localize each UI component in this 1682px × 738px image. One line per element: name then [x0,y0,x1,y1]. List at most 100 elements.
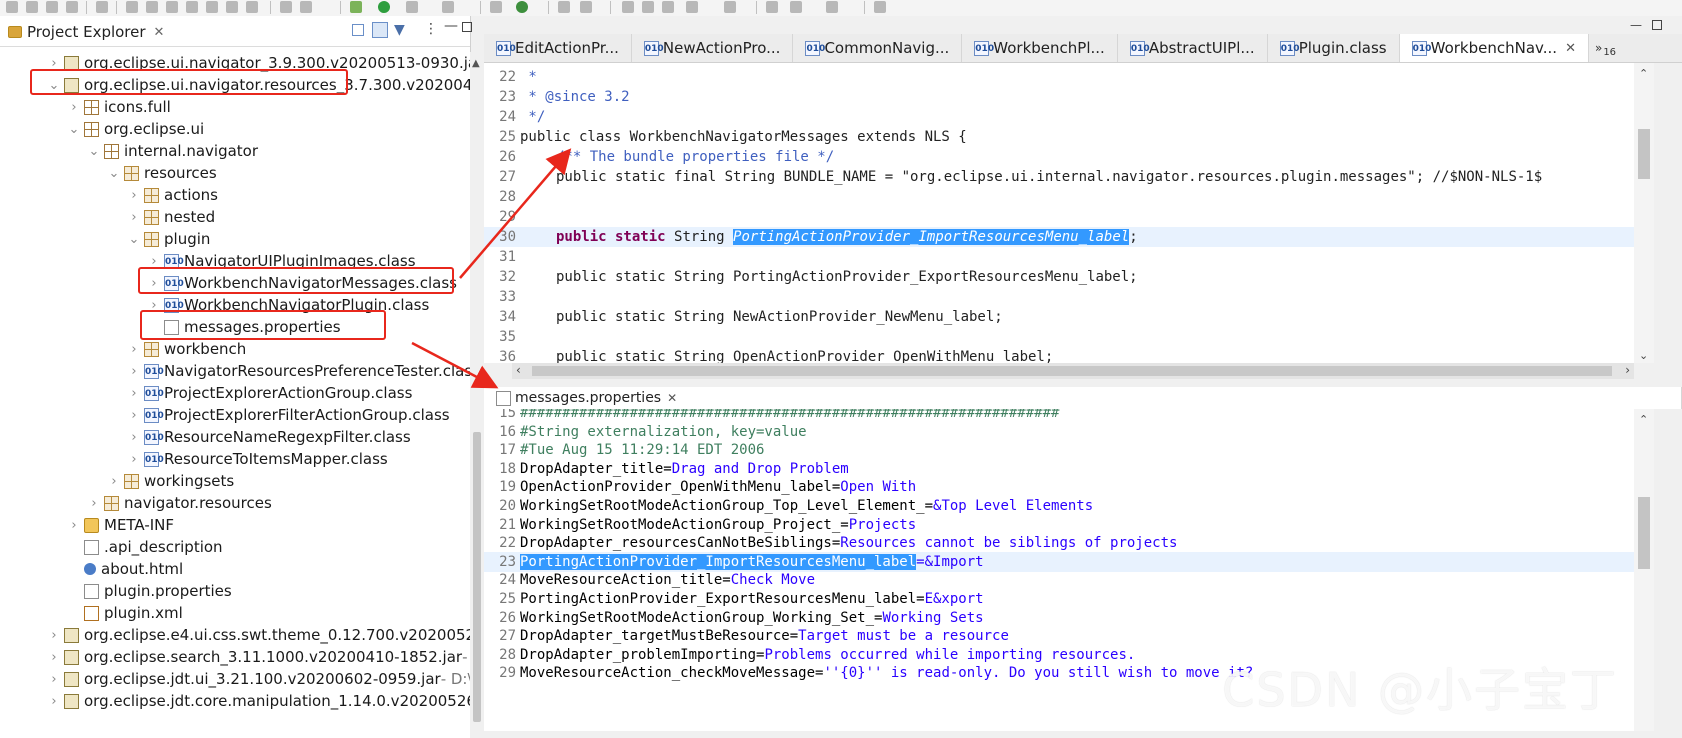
save-icon[interactable] [46,1,58,13]
collapse-icon[interactable]: ⌄ [108,166,120,181]
scrollbar-thumb[interactable] [1638,129,1650,179]
toggle-mark-occurrences-icon[interactable] [622,1,634,13]
tree-item-preference-tester[interactable]: › 010 NavigatorResourcesPreferenceTester.c… [0,360,470,382]
resume-icon[interactable] [126,1,138,13]
filter-icon[interactable]: ▼ [394,22,405,38]
expand-icon[interactable]: › [68,518,80,533]
expand-icon[interactable]: › [128,430,140,445]
expand-icon[interactable]: › [48,650,60,665]
tree-item-plugin[interactable]: ⌄ plugin [0,228,211,250]
scrollbar-thumb[interactable] [532,366,1612,376]
scroll-right-icon[interactable]: › [1625,363,1630,377]
next-annotation-icon[interactable] [686,1,698,13]
expand-icon[interactable]: › [48,672,60,687]
tree-item-navigator-resources-jar[interactable]: ⌄ org.eclipse.ui.navigator.resources_3.7.… [0,74,470,96]
tree-item-navigator-ui-plugin-images[interactable]: › 010 NavigatorUIPluginImages.class [0,250,415,272]
project-explorer-scrollbar[interactable]: ▲ [470,52,484,738]
tab-messages-properties[interactable]: messages.properties ✕ [484,387,1682,409]
properties-editor-vscrollbar[interactable]: ⌃ [1634,409,1654,731]
minimize-icon[interactable]: — [1630,18,1642,32]
tree-item-project-explorer-filter-action-group[interactable]: › 010 ProjectExplorerFilterActionGroup.cla… [0,404,449,426]
tree-item-icons-full[interactable]: › icons.full [0,96,170,118]
minimize-icon[interactable]: — [444,18,458,34]
collapse-all-icon[interactable] [352,24,364,36]
new-icon[interactable] [6,1,18,13]
tab-workbench-navigator-messages[interactable]: 010 WorkbenchNav... ✕ [1399,34,1589,62]
expand-icon[interactable]: › [48,628,60,643]
tree-item-resource-name-regexp-filter[interactable]: › 010 ResourceNameRegexpFilter.class [0,426,410,448]
view-menu-icon[interactable]: ⋮ [424,21,438,37]
last-edit-icon[interactable] [766,1,778,13]
collapse-icon[interactable]: ⌄ [68,122,80,137]
tree-item-search-jar[interactable]: › org.eclipse.search_3.11.1000.v20200410-… [0,646,470,668]
run-icon[interactable] [378,1,390,13]
scrollbar-thumb[interactable] [473,432,481,722]
maximize-icon[interactable] [462,22,472,32]
expand-icon[interactable]: › [128,210,140,225]
tab-abstract-ui-plugin[interactable]: 010 AbstractUIPl... [1118,34,1268,62]
tree-item-resource-to-items-mapper[interactable]: › 010 ResourceToItemsMapper.class [0,448,387,470]
tab-plugin-class[interactable]: 010 Plugin.class [1268,34,1400,62]
tree-item-jdt-core-manipulation-jar[interactable]: › org.eclipse.jdt.core.manipulation_1.14.… [0,690,470,712]
expand-icon[interactable]: › [148,254,160,269]
tree-item-org-eclipse-ui[interactable]: ⌄ org.eclipse.ui [0,118,205,140]
open-icon[interactable] [26,1,38,13]
new-java-project-icon[interactable] [490,1,502,13]
link-with-editor-icon[interactable] [372,22,388,38]
expand-icon[interactable]: › [128,188,140,203]
maximize-icon[interactable] [1652,20,1662,30]
tab-edit-action-provider[interactable]: 010 EditActionPr... [484,34,632,62]
collapse-icon[interactable]: ⌄ [88,144,100,159]
expand-icon[interactable]: › [128,452,140,467]
tree-item-nested[interactable]: › nested [0,206,215,228]
suspend-icon[interactable] [146,1,158,13]
tree-item-navigator-jar[interactable]: › org.eclipse.ui.navigator_3.9.300.v20200… [0,52,470,74]
expand-icon[interactable]: › [88,496,100,511]
tree-item-about-html[interactable]: ›about.html [0,558,183,580]
step-over-icon[interactable] [206,1,218,13]
tree-item-workbench[interactable]: › workbench [0,338,246,360]
tree-item-navigator-resources[interactable]: › navigator.resources [0,492,271,514]
tab-workbench-plugin[interactable]: 010 WorkbenchPl... [962,34,1118,62]
previous-annotation-icon[interactable] [724,1,736,13]
show-whitespace-icon[interactable] [662,1,674,13]
debug-icon[interactable] [350,1,362,13]
open-task-icon[interactable] [580,1,592,13]
expand-icon[interactable]: › [108,474,120,489]
coverage-icon[interactable] [442,1,454,13]
tree-item-plugin-xml[interactable]: ›plugin.xml [0,602,183,624]
drop-to-frame-icon[interactable] [246,1,258,13]
java-code-editor[interactable]: 22 * 23 * @since 3.2 24 */ 25 public clas… [484,63,1634,363]
tree-item-internal-navigator[interactable]: ⌄ internal.navigator [0,140,258,162]
close-icon[interactable]: ✕ [667,391,677,405]
tree-item-resources[interactable]: ⌄ resources [0,162,217,184]
tab-common-navigator[interactable]: 010 CommonNavig... [793,34,963,62]
expand-icon[interactable]: › [128,408,140,423]
expand-icon[interactable]: › [128,386,140,401]
search-icon[interactable] [96,1,108,13]
expand-icon[interactable]: › [128,342,140,357]
tab-overflow[interactable]: » 16 [1589,34,1616,62]
tree-item-meta-inf[interactable]: › META-INF [0,514,174,536]
scrollbar-thumb[interactable] [1638,497,1650,569]
close-icon[interactable]: ✕ [1565,41,1576,56]
scroll-up-icon[interactable]: ▲ [472,58,480,69]
tree-item-workbench-navigator-plugin[interactable]: › 010 WorkbenchNavigatorPlugin.class [0,294,429,316]
expand-icon[interactable]: › [48,56,60,71]
tree-item-jdt-ui-jar[interactable]: › org.eclipse.jdt.ui_3.21.100.v20200602-0… [0,668,470,690]
open-perspective-icon[interactable] [874,1,886,13]
tree-item-api-description[interactable]: ›.api_description [0,536,223,558]
toggle-block-selection-icon[interactable] [642,1,654,13]
step-into-icon[interactable] [186,1,198,13]
tree-item-workingsets[interactable]: › workingsets [0,470,234,492]
filter-icon[interactable] [300,1,312,13]
tree-item-project-explorer-action-group[interactable]: › 010 ProjectExplorerActionGroup.class [0,382,412,404]
external-tools-icon[interactable] [406,1,418,13]
toggle-breakpoint-icon[interactable] [280,1,292,13]
java-editor-vscrollbar[interactable]: ⌃ ⌄ [1634,63,1654,363]
expand-icon[interactable]: › [148,276,160,291]
tree-item-css-swt-theme-jar[interactable]: › org.eclipse.e4.ui.css.swt.theme_0.12.70… [0,624,470,646]
collapse-icon[interactable]: ⌄ [128,232,140,247]
expand-icon[interactable]: › [48,694,60,709]
tree-item-workbench-navigator-messages[interactable]: › 010 WorkbenchNavigatorMessages.class [0,272,457,294]
